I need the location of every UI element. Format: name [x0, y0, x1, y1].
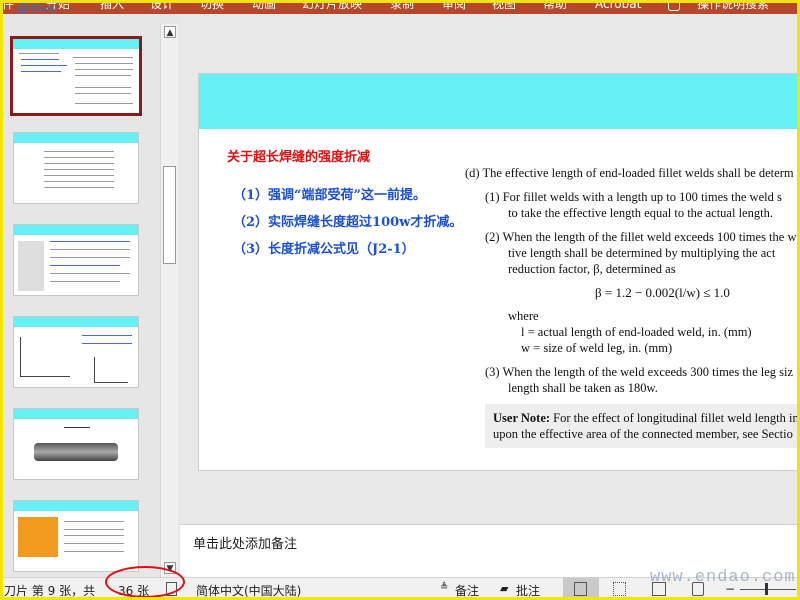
- comments-icon[interactable]: ▰: [500, 582, 508, 595]
- tab-acrobat[interactable]: Acrobat: [595, 0, 641, 12]
- tab-file[interactable]: 件: [2, 0, 14, 12]
- thumbnail-scrollbar[interactable]: ▲ ▼: [160, 24, 178, 577]
- spec-text: (3) When the length of the weld exceeds …: [485, 365, 794, 379]
- lightbulb-icon: [668, 0, 680, 11]
- spec-text: where: [508, 309, 539, 323]
- normal-view-icon[interactable]: [574, 582, 587, 596]
- spec-text: l = actual length of end-loaded weld, in…: [521, 325, 752, 339]
- comments-button[interactable]: 批注: [516, 582, 540, 599]
- user-note-line: User Note: For the effect of longitudina…: [493, 411, 799, 425]
- user-note-line: upon the effective area of the connected…: [493, 427, 793, 441]
- scrollbar-thumb[interactable]: [163, 166, 176, 264]
- ribbon-tabs: 件 开始 插入 设计 切换 动画 幻灯片放映 录制 审阅 视图 帮助 Acrob…: [0, 0, 800, 14]
- slide-counter: 刀片 第 9 张，共: [4, 584, 96, 598]
- notes-icon[interactable]: ≜: [440, 582, 448, 593]
- slide-title[interactable]: 关于超长焊缝的强度折减: [227, 146, 370, 165]
- slide-thumbnail[interactable]: [13, 224, 139, 296]
- notes-button[interactable]: 备注: [455, 582, 479, 599]
- slide-thumbnail-pane: [0, 14, 180, 577]
- scroll-up-icon[interactable]: ▲: [164, 26, 176, 38]
- tab-help[interactable]: 帮助: [543, 0, 567, 12]
- tab-animations[interactable]: 动画: [252, 0, 276, 12]
- user-note-box: User Note: For the effect of longitudina…: [485, 404, 799, 448]
- slide-editing-area: 关于超长焊缝的强度折减 （1）强调“端部受荷”这一前提。 （2）实际焊缝长度超过…: [180, 14, 800, 524]
- slide-thumbnail[interactable]: [10, 36, 142, 116]
- tab-transitions[interactable]: 切换: [200, 0, 224, 12]
- zoom-slider[interactable]: [740, 589, 796, 590]
- slide-point[interactable]: （1）强调“端部受荷”这一前提。: [233, 184, 426, 203]
- slide-sorter-icon[interactable]: [613, 582, 626, 596]
- tab-record[interactable]: 录制: [390, 0, 414, 12]
- language-indicator[interactable]: 简体中文(中国大陆): [196, 582, 301, 599]
- slide-thumbnail[interactable]: [13, 500, 139, 572]
- slide-point[interactable]: （3）长度折减公式见（J2-1）: [233, 238, 415, 257]
- spec-text: length shall be taken as 180w.: [508, 381, 658, 395]
- slide-point[interactable]: （2）实际焊缝长度超过100w才折减。: [233, 211, 462, 230]
- spec-text: tive length shall be determined by multi…: [508, 246, 776, 260]
- spec-text: (2) When the length of the fillet weld e…: [485, 230, 797, 244]
- tab-insert[interactable]: 插入: [100, 0, 124, 12]
- watermark-logo: 道桥网: [14, 1, 56, 17]
- slide-header-band: [199, 74, 799, 129]
- spec-text: to take the effective length equal to th…: [508, 206, 773, 220]
- tab-review[interactable]: 审阅: [442, 0, 466, 12]
- notes-placeholder[interactable]: 单击此处添加备注: [193, 533, 297, 552]
- tab-design[interactable]: 设计: [150, 0, 174, 12]
- spec-text: (1) For fillet welds with a length up to…: [485, 190, 782, 204]
- slide-thumbnail[interactable]: [13, 408, 139, 480]
- slide-thumbnail[interactable]: [13, 316, 139, 388]
- spec-text: (d) The effective length of end-loaded f…: [465, 166, 794, 180]
- formula-j2-1: β = 1.2 − 0.002(l/w) ≤ 1.0: [595, 285, 730, 300]
- slide-thumbnail[interactable]: [13, 132, 139, 204]
- tab-slideshow[interactable]: 幻灯片放映: [302, 0, 362, 12]
- tell-me-search[interactable]: 操作说明搜索: [697, 0, 769, 12]
- tab-view[interactable]: 视图: [492, 0, 516, 12]
- spec-text: reduction factor, β, determined as: [508, 262, 676, 276]
- slide-canvas[interactable]: 关于超长焊缝的强度折减 （1）强调“端部受荷”这一前提。 （2）实际焊缝长度超过…: [198, 73, 800, 471]
- watermark-url: www.endao.com: [650, 568, 796, 587]
- red-annotation-circle: [105, 566, 185, 598]
- spec-text: w = size of weld leg, in. (mm): [521, 341, 673, 355]
